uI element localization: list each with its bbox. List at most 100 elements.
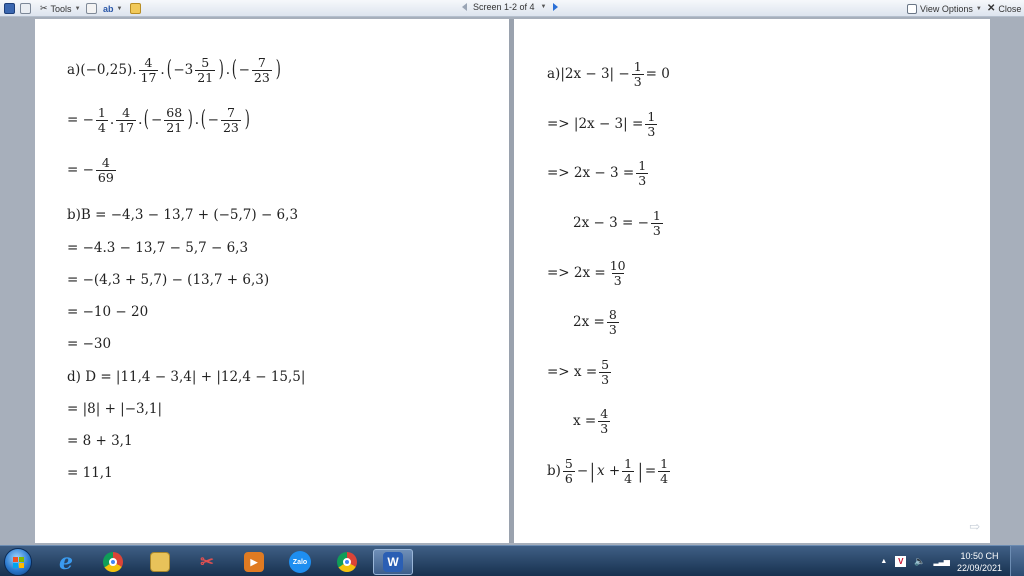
clock-date: 22/09/2021	[956, 562, 1002, 573]
equation-line: => |2x − 3| = 13	[547, 110, 659, 139]
folder-button[interactable]	[130, 2, 141, 15]
start-button[interactable]	[4, 548, 32, 576]
denominator: 3	[606, 321, 619, 337]
view-options-icon	[907, 3, 917, 14]
chevron-down-icon[interactable]: ▼	[541, 4, 547, 10]
denominator: 23	[251, 69, 272, 85]
save-icon	[4, 3, 15, 14]
fraction: 14	[658, 457, 671, 486]
chevron-down-icon: ▼	[74, 5, 81, 12]
save-button[interactable]	[4, 2, 15, 15]
equation-text: 2x − 3 = −	[573, 215, 649, 232]
equation-text: = −	[67, 162, 94, 179]
antivirus-icon[interactable]: V	[895, 556, 907, 567]
tools-label: Tools	[50, 3, 72, 14]
denominator: 21	[195, 69, 216, 85]
chrome-icon	[103, 552, 123, 572]
paren-open: (	[200, 107, 206, 133]
denominator: 17	[138, 69, 159, 85]
numerator: 7	[226, 105, 235, 120]
taskbar-app-media-player[interactable]: ▶	[236, 549, 272, 575]
print-icon	[20, 3, 31, 14]
scissors-icon: ✂	[200, 554, 214, 571]
paren-close: )	[187, 107, 194, 133]
fraction: 4 69	[95, 156, 116, 185]
chevron-down-icon: ▼	[975, 5, 982, 12]
show-desktop-button[interactable]	[1010, 546, 1024, 576]
abs-bar-open: |	[590, 459, 595, 484]
numerator: 10	[609, 258, 626, 273]
equation-text: x +	[596, 463, 621, 480]
taskbar-app-zalo[interactable]: Zalo	[282, 549, 318, 575]
denominator: 4	[622, 470, 635, 486]
next-screen-icon[interactable]	[552, 3, 558, 11]
numerator: 1	[97, 105, 106, 120]
screen-indicator[interactable]: Screen 1-2 of 4	[473, 2, 535, 12]
reading-toolbar: ✂ Tools ▼ ab ▼ Screen 1-2 of 4 ▼ View Op…	[0, 0, 1024, 17]
denominator: 21	[164, 119, 185, 135]
fraction: 7 23	[220, 105, 241, 135]
screen-navigator: Screen 1-2 of 4 ▼	[462, 2, 558, 12]
spelling-button[interactable]: ab ▼	[103, 2, 122, 15]
paren-open: (	[231, 57, 237, 83]
fraction: 7 23	[251, 56, 272, 85]
fraction: 13	[650, 209, 663, 238]
numerator: 5	[201, 55, 210, 70]
numerator: 4	[144, 55, 153, 70]
equation-text: = −	[67, 112, 94, 129]
paren-open: (	[166, 57, 172, 83]
document-page-right[interactable]: a)|2x − 3| − 13 = 0 => |2x − 3| = 13 => …	[514, 19, 990, 543]
tools-menu[interactable]: ✂ Tools ▼	[40, 2, 81, 15]
equation-line: d) D = |11,4 − 3,4| + |12,4 − 15,5|	[67, 369, 306, 385]
system-clock[interactable]: 10:50 CH 22/09/2021	[957, 550, 1002, 574]
fraction: 43	[598, 406, 611, 436]
equation-line: => 2x = 10 3	[547, 259, 630, 288]
show-hidden-icons-icon[interactable]: ▲	[880, 558, 887, 565]
view-options-menu[interactable]: View Options ▼	[907, 2, 982, 15]
equation-line: = 8 + 3,1	[67, 433, 133, 449]
next-page-arrow-icon[interactable]: ⇨	[969, 520, 980, 535]
denominator: 3	[645, 123, 658, 139]
volume-icon[interactable]: 🔈	[914, 556, 925, 567]
denominator: 3	[598, 420, 611, 436]
print-button[interactable]	[20, 2, 31, 15]
equation-text: => 2x − 3 =	[547, 165, 635, 182]
play-icon: ▶	[244, 552, 264, 572]
operator: .	[160, 62, 165, 79]
equation-line: => x = 53	[547, 358, 613, 387]
fraction: 14	[95, 105, 108, 135]
folder-icon	[150, 552, 170, 572]
zalo-icon: Zalo	[289, 551, 311, 573]
equation-text: => 2x =	[547, 265, 606, 282]
fraction: 14	[622, 457, 635, 486]
taskbar-app-word[interactable]: W	[373, 549, 413, 575]
paren-open: (	[144, 107, 150, 133]
denominator: 4	[658, 470, 671, 486]
equation-text: a)|2x − 3| −	[547, 66, 630, 83]
folder-icon	[130, 3, 141, 14]
numerator: 4	[122, 105, 131, 120]
taskbar-app-chrome[interactable]	[95, 549, 131, 575]
taskbar-app-file-explorer[interactable]	[142, 549, 178, 575]
close-button[interactable]: ✕ Close	[987, 2, 1021, 15]
denominator: 3	[599, 371, 612, 387]
document-page-left[interactable]: a)(−0,25). 4 17 . ( −3 5 21 ) . ( − 7 23 ) …	[35, 19, 509, 543]
equation-line: a)|2x − 3| − 13 = 0	[547, 60, 670, 89]
paren-close: )	[218, 57, 224, 83]
numerator: 4	[600, 406, 609, 421]
network-signal-icon[interactable]: ▂▃▅	[933, 557, 950, 566]
taskbar-app-chrome-profile[interactable]	[329, 549, 365, 575]
paren-close: )	[275, 57, 281, 83]
numerator: 68	[166, 105, 183, 120]
fraction: 13	[636, 159, 649, 188]
operator: −	[576, 463, 589, 480]
fraction: 13	[631, 60, 644, 89]
translate-button[interactable]	[86, 2, 97, 15]
equation-line: 2x − 3 = − 13	[573, 209, 665, 238]
equation-line: = −30	[67, 336, 112, 352]
equation-line: = 11,1	[67, 465, 113, 481]
taskbar-app-internet-explorer[interactable]: e	[48, 549, 84, 575]
close-label: Close	[998, 3, 1022, 14]
taskbar-app-snipping-tool[interactable]: ✂	[189, 549, 225, 575]
previous-screen-icon[interactable]	[462, 3, 467, 11]
